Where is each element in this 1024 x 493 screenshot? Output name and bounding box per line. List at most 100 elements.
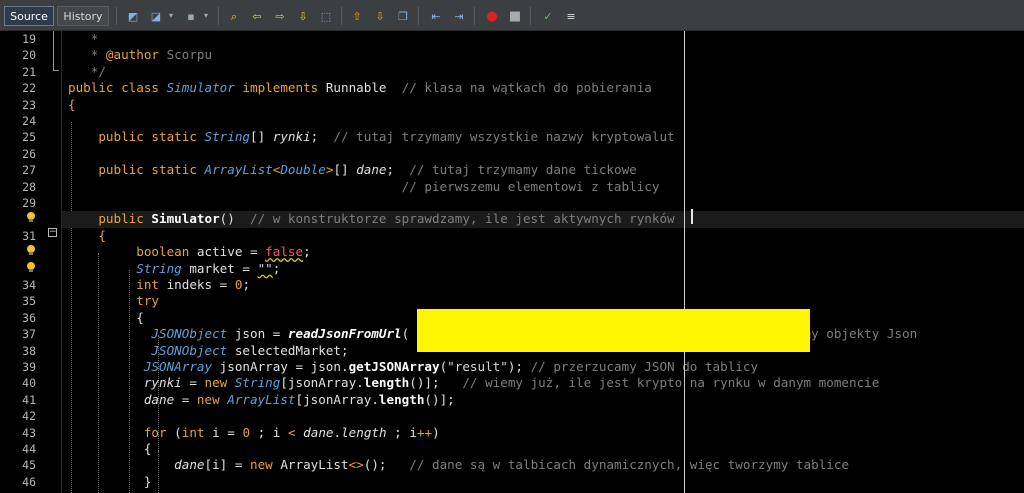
code-token: jsonArray = json. bbox=[212, 359, 349, 374]
back-history-icon[interactable]: ◩ bbox=[125, 8, 141, 24]
code-line[interactable]: */ bbox=[68, 64, 106, 80]
code-line[interactable]: public class Simulator implements Runnab… bbox=[68, 80, 652, 96]
code-token: public static bbox=[98, 162, 205, 178]
line-number: 46 bbox=[22, 474, 36, 489]
code-token: String bbox=[204, 129, 251, 145]
code-token: length bbox=[363, 375, 410, 391]
code-token: // dane są w talbicach dynamicznych, wię… bbox=[409, 457, 850, 473]
code-token: for bbox=[143, 424, 175, 440]
code-token: ; bbox=[303, 244, 311, 260]
dropdown-arrow-icon[interactable]: ▾ bbox=[198, 8, 214, 24]
uncomment-icon[interactable]: ≡ bbox=[563, 8, 579, 24]
code-token: Scorpu bbox=[159, 47, 213, 63]
last-edit-icon[interactable]: ▪ bbox=[183, 8, 199, 24]
code-line[interactable]: { bbox=[68, 97, 76, 113]
code-token: JSONArray bbox=[143, 359, 213, 374]
code-token: i = bbox=[212, 424, 243, 440]
forward-history-icon[interactable]: ◪ bbox=[148, 8, 164, 24]
code-line[interactable]: public static String[] rynki; // tutaj t… bbox=[68, 129, 675, 145]
stop-macro-icon[interactable]: ■ bbox=[507, 8, 523, 24]
code-line[interactable]: dane[i] = new ArrayList<>(); // dane są … bbox=[68, 457, 849, 473]
code-token: () bbox=[219, 211, 251, 227]
code-line[interactable]: boolean active = false; bbox=[68, 244, 311, 260]
code-line[interactable]: rynki = new String[jsonArray.length()]; … bbox=[68, 375, 880, 391]
code-token: JSONObject bbox=[151, 342, 228, 358]
line-number bbox=[0, 211, 36, 227]
code-token: public static bbox=[98, 129, 205, 145]
line-number: 19 bbox=[22, 32, 36, 46]
shift-left-icon[interactable]: ⇤ bbox=[428, 8, 444, 24]
code-token: { bbox=[68, 309, 144, 325]
code-token: (); bbox=[363, 457, 410, 473]
code-token: */ bbox=[68, 63, 106, 79]
comment-icon[interactable]: ✓ bbox=[540, 8, 556, 24]
code-token: public class bbox=[68, 80, 167, 96]
right-margin-line bbox=[684, 31, 685, 493]
code-token: boolean bbox=[136, 244, 197, 260]
code-line[interactable]: * bbox=[68, 31, 99, 47]
shift-right-icon[interactable]: ⇥ bbox=[451, 8, 467, 24]
code-line[interactable]: // pierwszemu elementowi z tablicy bbox=[68, 179, 660, 195]
line-number: 38 bbox=[22, 343, 36, 358]
code-line[interactable]: for (int i = 0 ; i < dane.length ; i++) bbox=[68, 425, 440, 441]
dropdown-arrow-icon[interactable]: ▾ bbox=[163, 8, 179, 24]
code-line[interactable]: JSONObject selectedMarket; bbox=[68, 342, 348, 359]
code-line[interactable]: { bbox=[68, 441, 152, 457]
code-token: ; bbox=[242, 277, 251, 292]
code-line[interactable]: String market = ""; bbox=[68, 261, 280, 277]
code-token: rynki bbox=[272, 129, 311, 145]
shift-up-icon[interactable]: ⇧ bbox=[349, 8, 365, 24]
code-token: ; bbox=[310, 129, 334, 145]
find-selection-icon[interactable]: ⬚ bbox=[318, 8, 334, 24]
code-line[interactable]: public static ArrayList<Double>[] dane; … bbox=[68, 162, 636, 178]
code-token: dane bbox=[356, 162, 387, 178]
code-token: indeks = bbox=[166, 277, 235, 292]
code-line[interactable]: try bbox=[68, 293, 159, 309]
code-line[interactable]: int indeks = 0; bbox=[68, 277, 250, 293]
find-next-icon[interactable]: ⇨ bbox=[272, 8, 288, 24]
code-token: new bbox=[196, 391, 228, 407]
find-icon[interactable]: ⌕ bbox=[226, 8, 242, 24]
code-token: Double bbox=[280, 162, 326, 178]
code-line[interactable]: { bbox=[68, 310, 144, 326]
line-number: 44 bbox=[22, 442, 36, 456]
toolbar-separator bbox=[218, 7, 219, 25]
toggle-highlight-icon[interactable]: ⇩ bbox=[295, 8, 311, 24]
toolbar-separator bbox=[474, 7, 475, 25]
code-token: // tutaj trzymamy wszystkie nazwy krypto… bbox=[333, 129, 675, 145]
line-number: 37 bbox=[22, 327, 36, 342]
code-token: < bbox=[287, 424, 296, 440]
fold-collapse-icon[interactable]: − bbox=[48, 228, 57, 237]
tab-history[interactable]: History bbox=[57, 6, 109, 26]
code-token: dane bbox=[143, 391, 175, 407]
code-line[interactable]: dane = new ArrayList[jsonArray.length()]… bbox=[68, 392, 455, 408]
current-code-line[interactable]: public Simulator() // w konstruktorze sp… bbox=[62, 211, 1024, 228]
tab-source[interactable]: Source bbox=[4, 6, 54, 26]
code-line[interactable]: * @author Scorpu bbox=[68, 47, 212, 63]
code-token: readJsonFromUrl bbox=[287, 326, 402, 342]
line-number: 43 bbox=[22, 425, 36, 440]
code-token: dane bbox=[174, 457, 205, 473]
code-token: int bbox=[181, 424, 213, 440]
code-token: active = bbox=[196, 244, 266, 260]
code-token: = bbox=[181, 375, 205, 391]
find-prev-icon[interactable]: ⇦ bbox=[249, 8, 265, 24]
code-line[interactable]: { bbox=[68, 228, 106, 244]
code-token: market = bbox=[181, 260, 258, 276]
line-number: 26 bbox=[22, 146, 36, 161]
code-area[interactable]: * * @author Scorpu */public class Simula… bbox=[62, 31, 1024, 493]
shift-down-icon[interactable]: ⇩ bbox=[372, 8, 388, 24]
toolbar-separator bbox=[530, 7, 531, 25]
code-line[interactable]: } bbox=[68, 473, 152, 490]
code-token: } bbox=[68, 473, 152, 489]
code-token: ++ bbox=[416, 424, 433, 440]
code-editor[interactable]: − 19 20 21 22 23 24 25 26 27 28 29 31 34 35 36 37 38 39 40… bbox=[0, 31, 1024, 493]
code-line[interactable]: JSONArray jsonArray = json.getJSONArray(… bbox=[68, 359, 758, 375]
record-macro-icon[interactable]: ● bbox=[484, 8, 500, 24]
duplicate-icon[interactable]: ❐ bbox=[395, 8, 411, 24]
